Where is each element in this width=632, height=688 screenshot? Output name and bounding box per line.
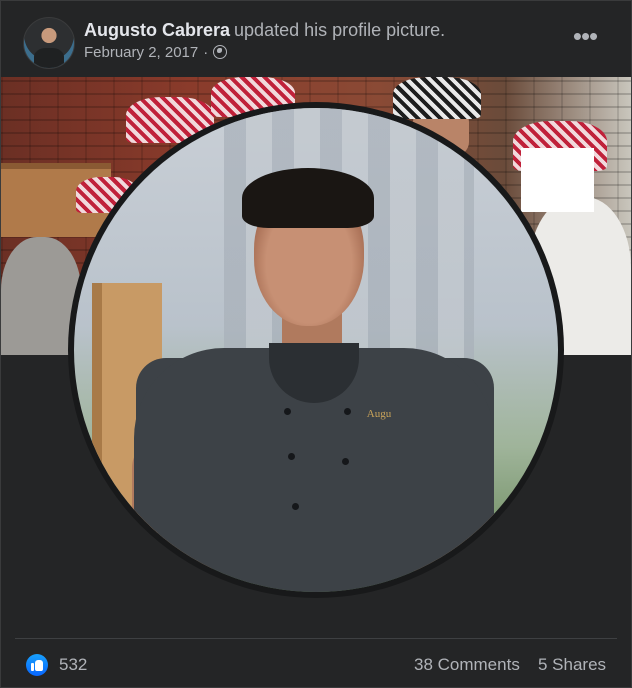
jacket-logo: Augu xyxy=(366,408,392,420)
jacket-button xyxy=(288,453,295,460)
post-media[interactable]: Augu xyxy=(1,77,631,637)
author-name[interactable]: Augusto Cabrera xyxy=(84,20,230,40)
like-icon[interactable] xyxy=(26,654,48,676)
shares-count[interactable]: 5 Shares xyxy=(538,655,606,675)
profile-photo[interactable]: Augu xyxy=(74,108,558,592)
jacket-button xyxy=(284,408,291,415)
post-meta: February 2, 2017 · xyxy=(84,44,228,61)
globe-icon xyxy=(213,45,228,59)
jacket-button xyxy=(344,408,351,415)
author-avatar[interactable] xyxy=(23,17,75,69)
post-card: Augusto Cabrera updated his profile pictu… xyxy=(0,0,632,688)
post-date[interactable]: February 2, 2017 xyxy=(84,44,198,61)
post-title-line: Augusto Cabrera updated his profile pictu… xyxy=(84,19,445,41)
meta-separator: · xyxy=(203,44,209,61)
jacket-button xyxy=(342,458,349,465)
photo-hair xyxy=(242,168,374,228)
post-header: Augusto Cabrera updated his profile pictu… xyxy=(1,1,631,77)
post-action-text: updated his profile picture. xyxy=(234,20,446,40)
jacket-button xyxy=(292,503,299,510)
reaction-count[interactable]: 532 xyxy=(59,655,87,675)
footer-divider xyxy=(15,638,617,639)
more-options-icon[interactable]: ••• xyxy=(567,23,603,55)
comments-count[interactable]: 38 Comments xyxy=(414,655,520,675)
redaction-box xyxy=(521,148,594,212)
